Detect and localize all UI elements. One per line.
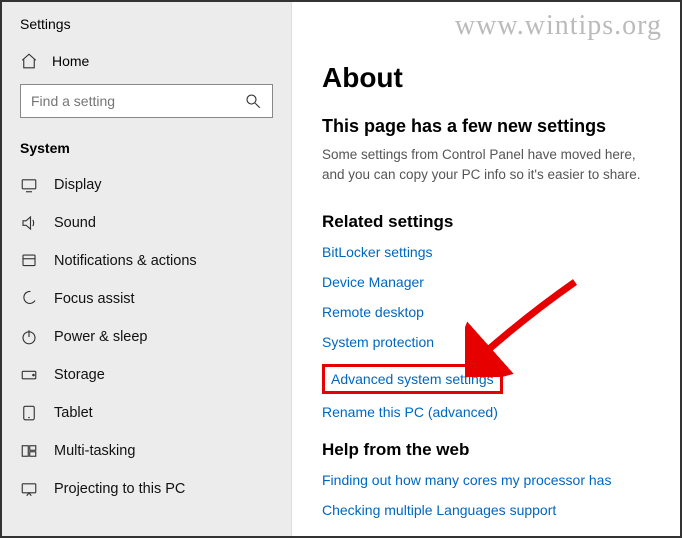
- new-settings-desc: Some settings from Control Panel have mo…: [322, 145, 650, 184]
- nav-sound[interactable]: Sound: [2, 204, 291, 242]
- nav-notifications[interactable]: Notifications & actions: [2, 242, 291, 280]
- notifications-icon: [20, 252, 38, 270]
- search-icon: [244, 92, 262, 110]
- multitasking-icon: [20, 442, 38, 460]
- projecting-icon: [20, 480, 38, 498]
- help-links: Finding out how many cores my processor …: [322, 472, 650, 518]
- tablet-icon: [20, 404, 38, 422]
- search-input[interactable]: [31, 93, 244, 109]
- nav-list: Display Sound Notifications & actions Fo…: [2, 166, 291, 508]
- link-device-manager[interactable]: Device Manager: [322, 274, 424, 290]
- home-label: Home: [52, 53, 89, 69]
- sound-icon: [20, 214, 38, 232]
- help-heading: Help from the web: [322, 440, 650, 460]
- highlight-box: Advanced system settings: [322, 364, 503, 394]
- link-remote-desktop[interactable]: Remote desktop: [322, 304, 424, 320]
- nav-label: Focus assist: [54, 291, 135, 307]
- category-label: System: [2, 132, 291, 166]
- storage-icon: [20, 366, 38, 384]
- link-system-protection[interactable]: System protection: [322, 334, 434, 350]
- nav-label: Multi-tasking: [54, 443, 135, 459]
- nav-label: Display: [54, 177, 102, 193]
- nav-label: Sound: [54, 215, 96, 231]
- nav-label: Projecting to this PC: [54, 481, 185, 497]
- nav-label: Power & sleep: [54, 329, 148, 345]
- home-nav[interactable]: Home: [2, 44, 291, 80]
- app-title: Settings: [2, 12, 291, 44]
- search-box[interactable]: [20, 84, 273, 118]
- nav-label: Tablet: [54, 405, 93, 421]
- nav-focus[interactable]: Focus assist: [2, 280, 291, 318]
- sidebar: Settings Home System Display Sound: [2, 2, 292, 536]
- display-icon: [20, 176, 38, 194]
- link-advanced-system-settings[interactable]: Advanced system settings: [331, 371, 494, 387]
- nav-storage[interactable]: Storage: [2, 356, 291, 394]
- nav-power[interactable]: Power & sleep: [2, 318, 291, 356]
- page-title: About: [322, 62, 650, 94]
- link-rename-pc[interactable]: Rename this PC (advanced): [322, 404, 498, 420]
- settings-window: www.wintips.org Settings Home System Dis…: [0, 0, 682, 538]
- link-help-languages[interactable]: Checking multiple Languages support: [322, 502, 556, 518]
- nav-tablet[interactable]: Tablet: [2, 394, 291, 432]
- link-bitlocker[interactable]: BitLocker settings: [322, 244, 433, 260]
- new-settings-heading: This page has a few new settings: [322, 116, 650, 137]
- nav-label: Notifications & actions: [54, 253, 197, 269]
- related-heading: Related settings: [322, 212, 650, 232]
- nav-label: Storage: [54, 367, 105, 383]
- content-area: About This page has a few new settings S…: [292, 2, 680, 536]
- nav-display[interactable]: Display: [2, 166, 291, 204]
- link-help-cores[interactable]: Finding out how many cores my processor …: [322, 472, 611, 488]
- power-icon: [20, 328, 38, 346]
- related-links: BitLocker settings Device Manager Remote…: [322, 244, 650, 420]
- focus-icon: [20, 290, 38, 308]
- nav-multitasking[interactable]: Multi-tasking: [2, 432, 291, 470]
- nav-projecting[interactable]: Projecting to this PC: [2, 470, 291, 508]
- home-icon: [20, 52, 38, 70]
